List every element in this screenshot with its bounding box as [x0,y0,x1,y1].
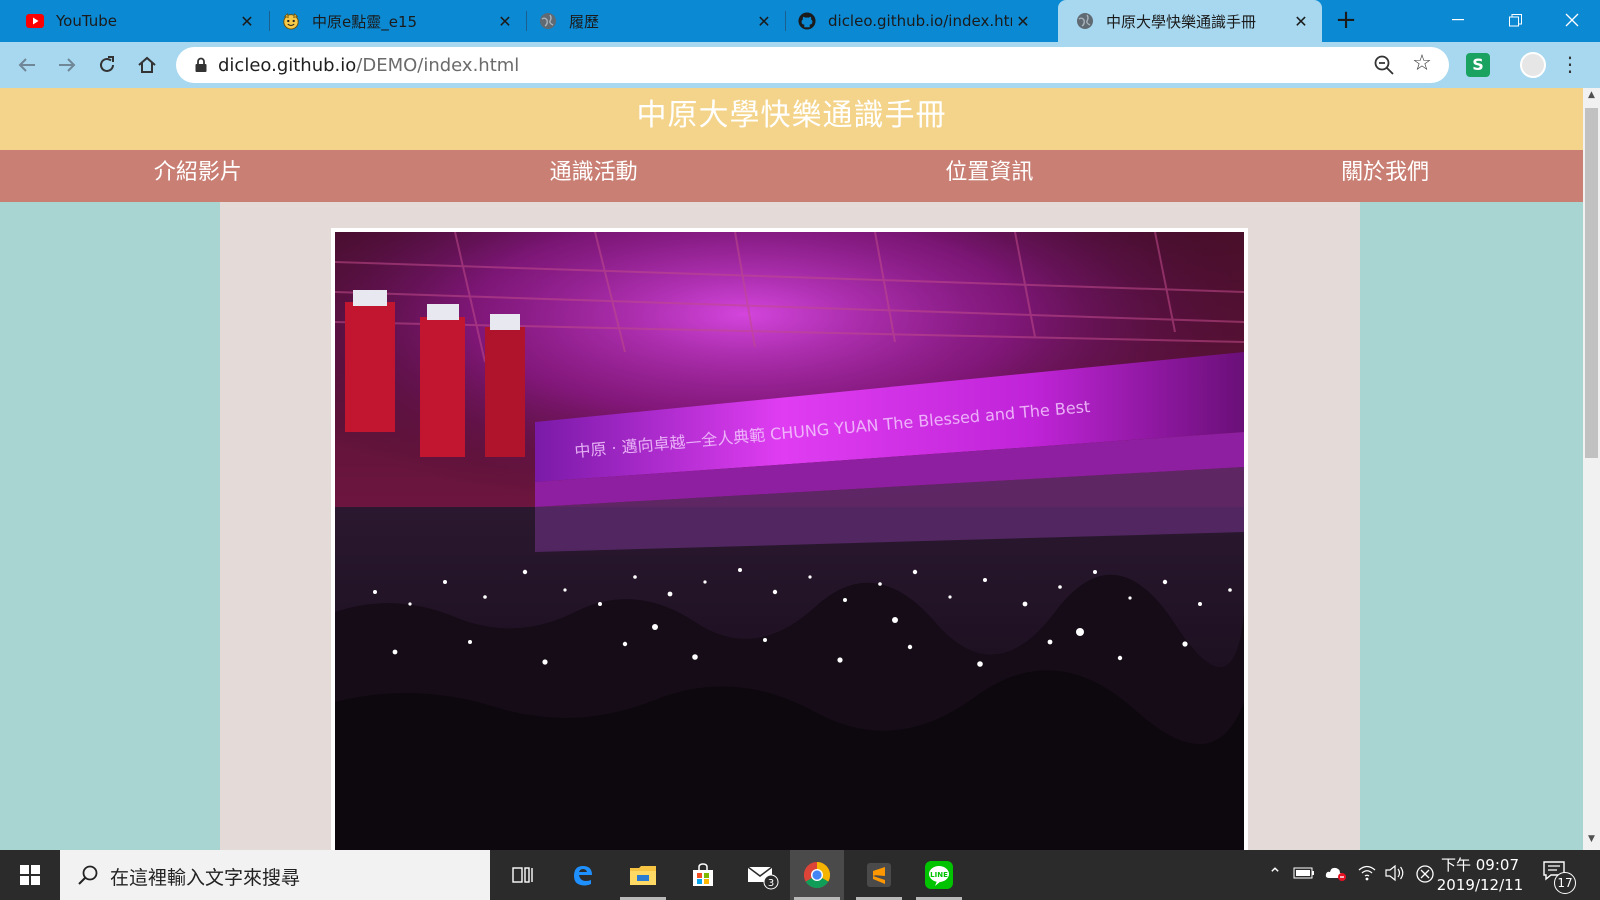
search-icon [78,865,98,885]
tab-title: 履歷 [569,12,600,31]
tab-title: dicleo.github.io/index.htm [828,12,1012,30]
clock-time: 下午 09:07 [1441,856,1519,874]
line-icon: LINE [925,861,953,889]
start-button[interactable] [0,850,60,900]
reload-button[interactable] [92,50,122,80]
folder-icon [630,866,656,885]
battery-icon[interactable] [1293,864,1315,886]
tab-strip: YouTube ✕ 中原e點靈_e15 ✕ 履歷 ✕ dicleo.github… [0,0,1600,42]
taskbar-clock[interactable]: 下午 09:07 2019/12/11 [1432,855,1528,895]
nav-location[interactable]: 位置資訊 [792,150,1188,202]
youtube-icon [26,12,44,30]
clock-date: 2019/12/11 [1436,876,1524,894]
edge-app[interactable] [556,850,610,900]
chrome-icon [803,861,831,889]
browser-toolbar: dicleo.github.io/DEMO/index.html ☆ S ⋮ [0,42,1600,88]
tab-title: YouTube [56,12,117,30]
tab-resume[interactable]: 履歷 ✕ [527,0,785,42]
tab-youtube[interactable]: YouTube ✕ [0,0,268,42]
minimize-icon [1452,19,1464,21]
new-tab-button[interactable]: + [1332,7,1360,35]
forward-arrow-icon [59,58,76,72]
nav-activities[interactable]: 通識活動 [396,150,792,202]
bookmark-star-icon[interactable]: ☆ [1409,51,1435,77]
site-nav: 介紹影片 通識活動 位置資訊 關於我們 [0,150,1583,202]
minimize-button[interactable] [1430,0,1486,40]
tab-e15[interactable]: 中原e點靈_e15 ✕ [270,0,526,42]
page-viewport: 中原大學快樂通識手冊 介紹影片 通識活動 位置資訊 關於我們 中原 · 邁向卓越… [0,88,1583,850]
mail-app[interactable]: 3 [736,850,790,900]
close-icon [1565,13,1579,27]
chrome-app[interactable] [790,850,844,900]
site-title: 中原大學快樂通識手冊 [0,88,1583,150]
volume-icon[interactable] [1384,864,1406,886]
profile-avatar[interactable] [1520,52,1546,78]
tab-active-handbook[interactable]: 中原大學快樂通識手冊 ✕ [1058,0,1322,42]
close-tab-icon[interactable]: ✕ [1012,10,1034,32]
store-app[interactable] [676,850,730,900]
mail-badge: 3 [768,878,774,889]
notification-center-button[interactable]: 17 [1542,860,1576,894]
scroll-down-icon[interactable]: ▼ [1583,834,1600,848]
main-content: 中原 · 邁向卓越—全人典範 CHUNG YUAN The Blessed an… [220,202,1360,850]
restore-button[interactable] [1487,0,1543,40]
page-scrollbar[interactable]: ▲ ▼ [1583,88,1600,850]
svg-text:LINE: LINE [930,871,948,879]
url-path: /DEMO/index.html [356,55,520,76]
task-view-icon [512,867,533,883]
home-button[interactable] [132,50,162,80]
close-tab-icon[interactable]: ✕ [1290,10,1312,32]
back-button[interactable] [12,50,42,80]
globe-icon [1076,12,1094,30]
line-app[interactable]: LINE [912,850,966,900]
scroll-up-icon[interactable]: ▲ [1583,90,1600,104]
sublime-text-app[interactable] [852,850,906,900]
github-icon [798,12,816,30]
home-icon [138,56,156,73]
notification-count-badge: 17 [1554,872,1576,894]
mail-icon: 3 [747,866,779,890]
close-tab-icon[interactable]: ✕ [753,10,775,32]
store-bag-icon [693,863,713,886]
restore-icon [1508,13,1522,26]
close-tab-icon[interactable]: ✕ [494,10,516,32]
onedrive-icon[interactable] [1324,864,1346,886]
tab-title: 中原大學快樂通識手冊 [1106,12,1257,31]
reload-icon [100,56,114,72]
url-text[interactable]: dicleo.github.io/DEMO/index.html [218,55,519,76]
nav-intro-video[interactable]: 介紹影片 [0,150,396,202]
more-menu-icon[interactable]: ⋮ [1560,52,1580,78]
concert-hall-photo: 中原 · 邁向卓越—全人典範 CHUNG YUAN The Blessed an… [335,232,1244,850]
tab-title: 中原e點靈_e15 [312,12,418,31]
windows-taskbar: 在這裡輸入文字來搜尋 3 LINE ⌃ 下午 09:07 2019/12/11 [0,850,1600,900]
zoom-icon[interactable] [1373,54,1395,76]
edge-icon [574,866,592,886]
close-tab-icon[interactable]: ✕ [236,10,258,32]
address-bar[interactable]: dicleo.github.io/DEMO/index.html ☆ [176,47,1449,83]
search-placeholder: 在這裡輸入文字來搜尋 [110,867,301,889]
scrollbar-thumb[interactable] [1585,108,1598,458]
tab-github[interactable]: dicleo.github.io/index.htm ✕ [786,0,1044,42]
nav-about-us[interactable]: 關於我們 [1187,150,1583,202]
window-close-button[interactable] [1544,0,1600,40]
emoji-face-icon [282,12,300,30]
wifi-icon[interactable] [1356,864,1378,886]
windows-logo-icon [20,865,40,885]
lock-icon[interactable] [192,56,210,74]
back-arrow-icon [18,58,35,72]
url-host: dicleo.github.io [218,55,357,76]
chevron-up-icon[interactable]: ⌃ [1264,864,1286,886]
taskbar-search-box[interactable]: 在這裡輸入文字來搜尋 [60,850,490,900]
extension-s-icon[interactable]: S [1466,53,1490,77]
globe-icon [539,12,557,30]
task-view-button[interactable] [496,850,550,900]
sublime-icon [867,863,891,887]
event-photo-frame: 中原 · 邁向卓越—全人典範 CHUNG YUAN The Blessed an… [331,228,1248,850]
forward-button[interactable] [52,50,82,80]
file-explorer-app[interactable] [616,850,670,900]
